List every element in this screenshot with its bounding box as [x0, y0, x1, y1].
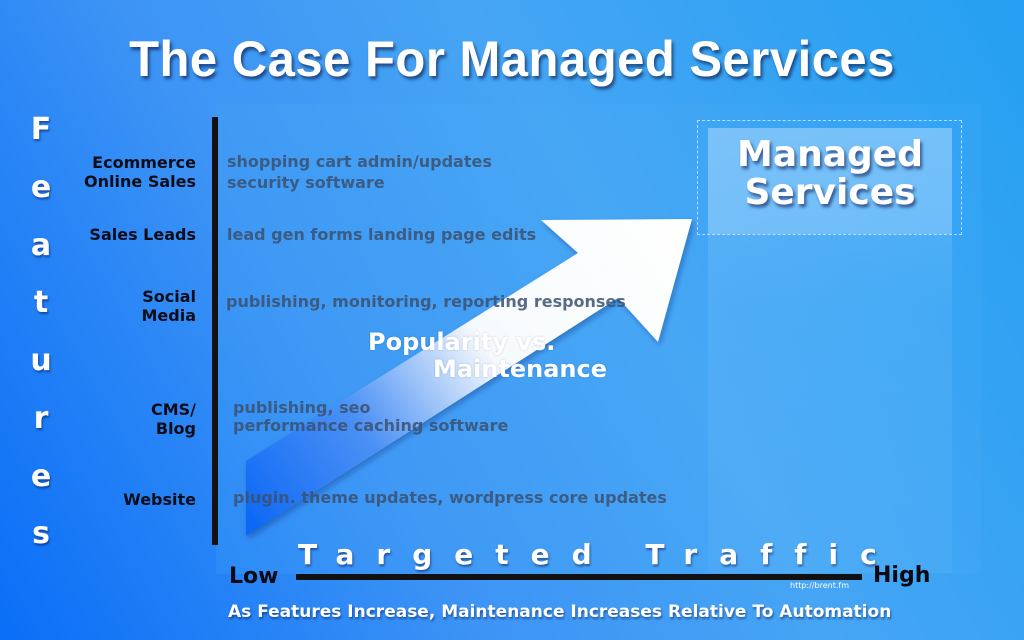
arrow-label-maintenance: Maintenance [433, 355, 608, 383]
task-text-cms-blog: publishing, seo performance caching soft… [233, 398, 509, 435]
task-text-social-media: publishing, monitoring, reporting respon… [226, 292, 626, 311]
task-text-ecommerce: shopping cart admin/updates security sof… [227, 152, 492, 192]
horizontal-axis-line [296, 574, 862, 580]
task-text-sales-leads: lead gen forms landing page edits [227, 225, 537, 244]
credit-link[interactable]: http://brent.fm [790, 581, 849, 590]
x-axis-low-label: Low [229, 564, 279, 589]
x-axis-label: Targeted Traffic [298, 538, 899, 571]
footer-subtitle: As Features Increase, Maintenance Increa… [228, 602, 892, 622]
arrow-label-popularity: Popularity vs. [368, 328, 556, 356]
x-axis-high-label: High [873, 563, 931, 588]
task-text-website: plugin. theme updates, wordpress core up… [233, 488, 667, 507]
